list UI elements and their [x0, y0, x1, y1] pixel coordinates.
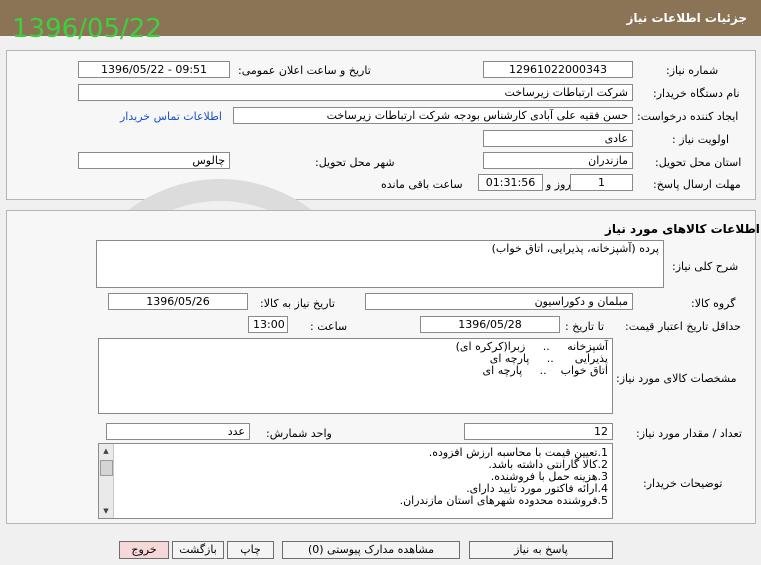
to-date-field: 1396/05/28: [420, 316, 560, 333]
specs-line: آشپزخانه .. زبرا(کرکره ای): [455, 340, 608, 353]
scroll-thumb[interactable]: [100, 460, 113, 476]
goods-section-title: اطلاعات کالاهای مورد نیاز: [605, 222, 760, 236]
print-button[interactable]: چاپ: [227, 541, 274, 559]
announce-date-field: 1396/05/22 - 09:51: [78, 61, 230, 78]
time-field: 13:00: [248, 316, 288, 333]
notes-scrollbar[interactable]: ▲ ▼: [99, 444, 114, 518]
note-line: 5.فروشنده محدوده شهرهای استان مازندران.: [399, 494, 608, 507]
need-date-field: 1396/05/26: [108, 293, 248, 310]
buyer-name-label: نام دستگاه خریدار:: [653, 87, 740, 100]
deadline-days-field: 1: [570, 174, 633, 191]
announce-date-label: تاریخ و ساعت اعلان عمومی:: [238, 64, 371, 77]
description-text: پرده (آشپزخانه، پذیرایی، اتاق خواب): [491, 242, 659, 255]
note-line: 1.تعیین قیمت با محاسبه ارزش افزوده.: [428, 446, 608, 459]
buyer-notes-label: توضیحات خریدار:: [643, 477, 723, 490]
scroll-down-icon[interactable]: ▼: [100, 505, 112, 517]
buyer-notes-field: ▲ ▼ 1.تعیین قیمت با محاسبه ارزش افزوده. …: [98, 443, 613, 519]
need-date-label: تاریخ نیاز به کالا:: [260, 297, 335, 310]
priority-field: عادی: [483, 130, 633, 147]
reply-button[interactable]: پاسخ به نیاز: [469, 541, 613, 559]
deadline-label: مهلت ارسال پاسخ:: [653, 178, 741, 191]
days-label: روز و: [546, 178, 571, 191]
buyer-contact-link[interactable]: اطلاعات تماس خریدار: [120, 110, 222, 123]
date-overlay: 1396/05/22: [12, 14, 162, 44]
description-label: شرح کلی نیاز:: [672, 260, 739, 273]
to-date-label: تا تاریخ :: [565, 320, 604, 333]
need-number-label: شماره نیاز:: [666, 64, 719, 77]
quantity-field: 12: [464, 423, 613, 440]
min-price-date-label: حداقل تاریخ اعتبار قیمت:: [625, 320, 741, 333]
province-label: استان محل تحویل:: [655, 156, 742, 169]
city-label: شهر محل تحویل:: [315, 156, 395, 169]
need-number-field: 12961022000343: [483, 61, 633, 78]
buyer-name-field: شرکت ارتباطات زیرساخت: [78, 84, 633, 101]
scroll-up-icon[interactable]: ▲: [100, 445, 112, 457]
back-button[interactable]: بازگشت: [172, 541, 224, 559]
goods-group-label: گروه کالا:: [691, 297, 736, 310]
view-attachments-button[interactable]: مشاهده مدارک پیوستی (0): [282, 541, 460, 559]
city-field: چالوس: [78, 152, 230, 169]
priority-label: اولویت نیاز :: [672, 133, 730, 146]
time-label: ساعت :: [310, 320, 348, 333]
specs-label: مشخصات کالای مورد نیاز:: [616, 372, 737, 385]
unit-field: عدد: [106, 423, 250, 440]
unit-label: واحد شمارش:: [266, 427, 332, 440]
province-field: مازندران: [483, 152, 633, 169]
exit-button[interactable]: خروج: [119, 541, 169, 559]
remaining-label: ساعت باقی مانده: [381, 178, 463, 191]
description-field: پرده (آشپزخانه، پذیرایی، اتاق خواب): [96, 240, 664, 288]
page-title: جزئیات اطلاعات نیاز: [626, 11, 747, 25]
creator-label: ایجاد کننده درخواست:: [637, 110, 739, 123]
quantity-label: تعداد / مقدار مورد نیاز:: [636, 427, 742, 440]
goods-group-field: مبلمان و دکوراسیون: [365, 293, 633, 310]
specs-field: آشپزخانه .. زبرا(کرکره ای) پذیرایی .. پا…: [98, 338, 613, 414]
specs-line: اتاق خواب .. پارچه ای: [482, 364, 608, 377]
creator-field: حسن فقیه علی آبادی کارشناس بودجه شرکت ار…: [233, 107, 633, 124]
deadline-time-field: 01:31:56: [478, 174, 543, 191]
